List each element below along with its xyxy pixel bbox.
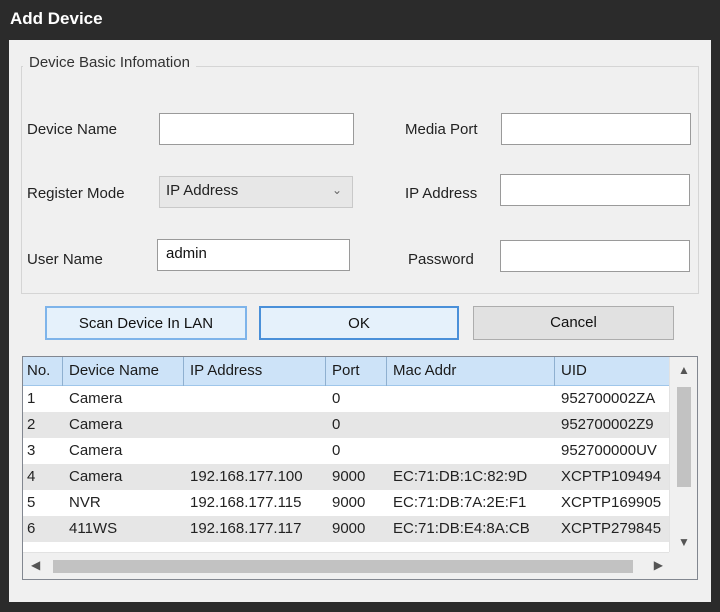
column-header-ip-address[interactable]: IP Address bbox=[184, 357, 326, 386]
vertical-scroll-thumb[interactable] bbox=[677, 387, 691, 487]
media-port-input[interactable] bbox=[501, 113, 691, 145]
cell-no: 5 bbox=[27, 494, 36, 511]
scrollbar-corner bbox=[669, 552, 697, 579]
cell-port: 9000 bbox=[332, 520, 366, 537]
column-header-device-name[interactable]: Device Name bbox=[63, 357, 184, 386]
ip-address-label: IP Address bbox=[405, 185, 478, 202]
cell-device-name: Camera bbox=[69, 416, 123, 433]
table-row[interactable]: 2 Camera 0 952700002Z9 bbox=[23, 412, 670, 438]
basic-info-legend: Device Basic Infomation bbox=[23, 54, 196, 71]
cell-no: 6 bbox=[27, 520, 36, 537]
cell-ip-address bbox=[184, 386, 326, 412]
password-label: Password bbox=[408, 251, 474, 268]
scan-device-button[interactable]: Scan Device In LAN bbox=[45, 306, 247, 340]
cell-ip-address: 192.168.177.100 bbox=[190, 468, 303, 485]
arrow-up-icon[interactable]: ▲ bbox=[678, 363, 690, 377]
cell-device-name: NVR bbox=[69, 494, 101, 511]
cell-port: 9000 bbox=[332, 468, 366, 485]
cell-device-name: Camera bbox=[69, 390, 123, 407]
cell-ip-address: 192.168.177.115 bbox=[190, 494, 302, 511]
window-title: Add Device bbox=[0, 0, 720, 40]
cell-ip-address bbox=[184, 438, 326, 464]
arrow-down-icon[interactable]: ▼ bbox=[678, 535, 690, 549]
column-header-uid[interactable]: UID bbox=[555, 357, 670, 386]
password-input[interactable] bbox=[500, 240, 690, 272]
table-row[interactable]: 5 NVR 192.168.177.115 9000 EC:71:DB:7A:2… bbox=[23, 490, 670, 516]
cell-uid: 952700002Z9 bbox=[561, 416, 654, 433]
device-name-label: Device Name bbox=[27, 121, 118, 138]
cell-device-name: Camera bbox=[69, 468, 123, 485]
table-row[interactable]: 1 Camera 0 952700002ZA bbox=[23, 386, 670, 412]
cell-uid: 952700000UV bbox=[561, 442, 657, 459]
register-mode-label: Register Mode bbox=[27, 185, 125, 202]
register-mode-value: IP Address bbox=[166, 182, 239, 199]
cell-ip-address bbox=[184, 412, 326, 438]
register-mode-select[interactable]: IP Address ⌄ bbox=[159, 176, 353, 208]
cell-uid: 952700002ZA bbox=[561, 390, 656, 407]
cell-no: 2 bbox=[27, 416, 36, 433]
cell-port: 0 bbox=[332, 416, 341, 433]
cell-no: 4 bbox=[27, 468, 36, 485]
horizontal-scrollbar[interactable]: ◀ ▶ bbox=[23, 552, 671, 579]
table-row[interactable]: 3 Camera 0 952700000UV bbox=[23, 438, 670, 464]
cell-mac-addr: EC:71:DB:E4:8A:CB bbox=[393, 520, 530, 537]
device-list[interactable]: No. Device Name IP Address Port Mac Addr… bbox=[22, 356, 698, 580]
arrow-right-icon[interactable]: ▶ bbox=[654, 558, 663, 572]
cell-device-name: 411WS bbox=[69, 520, 118, 537]
cell-mac-addr: EC:71:DB:1C:82:9D bbox=[393, 468, 528, 485]
device-name-input[interactable] bbox=[159, 113, 354, 145]
column-header-port[interactable]: Port bbox=[326, 357, 387, 386]
cell-port: 9000 bbox=[332, 494, 366, 511]
cell-no: 3 bbox=[27, 442, 36, 459]
column-header-no[interactable]: No. bbox=[23, 357, 63, 386]
column-header-mac-addr[interactable]: Mac Addr bbox=[387, 357, 555, 386]
cell-mac-addr bbox=[387, 386, 555, 412]
horizontal-scroll-thumb[interactable] bbox=[53, 560, 633, 573]
cell-port: 0 bbox=[332, 442, 341, 459]
table-row[interactable]: 4 Camera 192.168.177.100 9000 EC:71:DB:1… bbox=[23, 464, 670, 490]
table-row[interactable]: 6 411WS 192.168.177.117 9000 EC:71:DB:E4… bbox=[23, 516, 670, 542]
add-device-dialog: Device Basic Infomation Device Name Medi… bbox=[9, 40, 711, 602]
media-port-label: Media Port bbox=[405, 121, 478, 138]
cell-ip-address: 192.168.177.117 bbox=[190, 520, 302, 537]
cell-uid: XCPTP279845 bbox=[561, 520, 662, 537]
cell-mac-addr bbox=[387, 438, 555, 464]
vertical-scrollbar[interactable]: ▲ ▼ bbox=[669, 357, 697, 553]
ip-address-input[interactable] bbox=[500, 174, 690, 206]
user-name-label: User Name bbox=[27, 251, 103, 268]
ok-button[interactable]: OK bbox=[259, 306, 459, 340]
cell-no: 1 bbox=[27, 390, 36, 407]
cell-port: 0 bbox=[332, 390, 341, 407]
cell-uid: XCPTP109494 bbox=[561, 468, 662, 485]
chevron-down-icon: ⌄ bbox=[331, 183, 342, 197]
cell-mac-addr bbox=[387, 412, 555, 438]
cancel-button[interactable]: Cancel bbox=[473, 306, 674, 340]
cell-uid: XCPTP169905 bbox=[561, 494, 662, 511]
cell-mac-addr: EC:71:DB:7A:2E:F1 bbox=[393, 494, 527, 511]
arrow-left-icon[interactable]: ◀ bbox=[31, 558, 40, 572]
cell-device-name: Camera bbox=[69, 442, 123, 459]
device-list-header: No. Device Name IP Address Port Mac Addr… bbox=[23, 357, 670, 386]
user-name-input[interactable]: admin bbox=[157, 239, 350, 271]
